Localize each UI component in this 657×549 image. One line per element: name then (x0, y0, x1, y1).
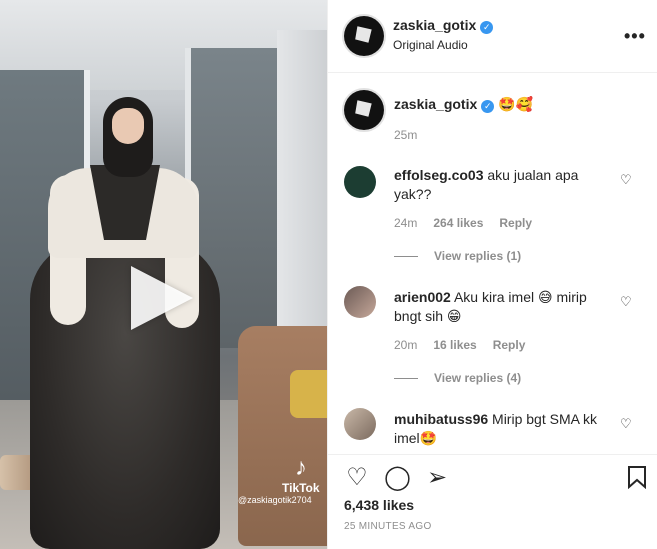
comment-heart-icon[interactable]: ♡ (620, 294, 632, 310)
comment-avatar[interactable] (344, 286, 376, 318)
more-icon[interactable]: ••• (624, 26, 646, 47)
comment-username[interactable]: muhibatuss96 (394, 411, 488, 427)
comment-avatar[interactable] (344, 166, 376, 198)
avatar[interactable] (344, 16, 384, 56)
caption-username[interactable]: zaskia_gotix (394, 96, 477, 112)
view-replies-button[interactable]: View replies (1) (394, 249, 521, 263)
comment-likes[interactable]: 264 likes (433, 216, 483, 230)
post-header: zaskia_gotix ✓ Original Audio ••• (328, 0, 657, 73)
header-username-text[interactable]: zaskia_gotix (393, 17, 476, 33)
comment-avatar[interactable] (344, 408, 376, 440)
play-icon[interactable] (131, 266, 193, 330)
tiktok-username: @zaskiagotik2704 (238, 495, 312, 505)
person-face (112, 108, 144, 144)
caption-avatar[interactable] (344, 90, 384, 130)
comment-meta: 24m 264 likes Reply (394, 216, 532, 230)
pillow (290, 370, 327, 418)
actions-bar: ♡ ◯ ➢ 6,438 likes 25 MINUTES AGO (328, 454, 657, 549)
reply-button[interactable]: Reply (499, 216, 532, 230)
comment-heart-icon[interactable]: ♡ (620, 172, 632, 188)
comment-text: arien002 Aku kira imel 😅 mirip bngt sih … (394, 288, 614, 326)
comment-time: 20m (394, 338, 418, 352)
header-username[interactable]: zaskia_gotix ✓ (393, 17, 494, 34)
comment-text: effolseg.co03 aku jualan apa yak?? (394, 166, 634, 204)
comment-username[interactable]: arien002 (394, 289, 451, 305)
caption-time: 25m (394, 128, 418, 142)
post-panel: zaskia_gotix ✓ Original Audio ••• zaskia_… (327, 0, 657, 549)
comment-text: muhibatuss96 Mirip bgt SMA kk imel🤩 (394, 410, 614, 448)
post-media[interactable]: ♪ TikTok @zaskiagotik2704 (0, 0, 327, 549)
caption-body: 🤩🥰 (498, 96, 534, 112)
heart-icon[interactable]: ♡ (344, 465, 370, 491)
comment-meta: 20m 16 likes Reply (394, 338, 525, 352)
comment-icon[interactable]: ◯ (384, 465, 411, 491)
share-icon[interactable]: ➢ (424, 465, 450, 491)
caption-text: zaskia_gotix ✓ 🤩🥰 (394, 95, 634, 114)
audio-link[interactable]: Original Audio (393, 38, 468, 52)
view-replies-button[interactable]: View replies (4) (394, 371, 521, 385)
comment-time: 24m (394, 216, 418, 230)
verified-icon: ✓ (480, 21, 494, 34)
verified-icon: ✓ (481, 100, 495, 113)
reply-button[interactable]: Reply (493, 338, 526, 352)
sofa (238, 326, 327, 546)
comments-list: zaskia_gotix ✓ 🤩🥰 25m effolseg.co03 aku j… (328, 74, 657, 454)
bookmark-icon[interactable] (624, 465, 650, 491)
tiktok-label: TikTok (282, 481, 320, 495)
tiktok-icon: ♪ (295, 454, 307, 481)
comment-username[interactable]: effolseg.co03 (394, 167, 483, 183)
comment-likes[interactable]: 16 likes (433, 338, 476, 352)
likes-count[interactable]: 6,438 likes (344, 497, 414, 513)
post-time: 25 MINUTES AGO (344, 521, 432, 532)
comment-heart-icon[interactable]: ♡ (620, 416, 632, 432)
